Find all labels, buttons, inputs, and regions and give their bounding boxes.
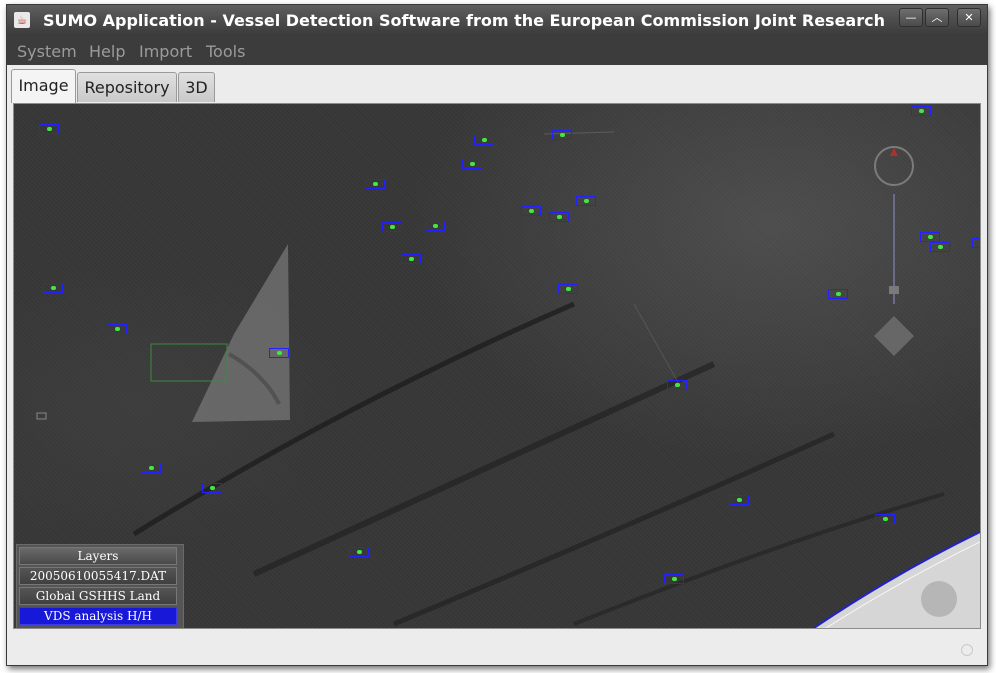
vessel-detection-box[interactable] (425, 221, 445, 231)
status-indicator-icon (961, 644, 973, 656)
vessel-detection-box[interactable] (474, 135, 494, 145)
app-window: ☕ SUMO Application - Vessel Detection So… (6, 4, 988, 666)
vessel-detection-box[interactable] (576, 196, 596, 206)
menu-bar: System Help Import Tools (7, 35, 987, 65)
north-arrow-icon (890, 148, 898, 156)
tab-bar: Image Repository 3D (11, 69, 311, 103)
image-viewer[interactable]: Layers 20050610055417.DAT Global GSHHS L… (13, 103, 981, 629)
menu-system[interactable]: System (17, 42, 77, 61)
zoom-slider-thumb[interactable] (889, 286, 899, 294)
dark-streak (393, 431, 836, 627)
layer-item-land-mask[interactable]: Global GSHHS Land Mask (19, 587, 177, 619)
vessel-detection-box[interactable] (972, 238, 980, 248)
vessel-detection-box[interactable] (202, 483, 222, 493)
tab-image[interactable]: Image (11, 69, 76, 103)
vessel-detection-box[interactable] (269, 348, 289, 358)
vessel-detection-box[interactable] (552, 130, 572, 140)
layers-header: Layers (19, 547, 177, 565)
maximize-icon: ︿ (931, 11, 943, 24)
layers-panel: Layers 20050610055417.DAT Global GSHHS L… (16, 544, 184, 628)
minimize-icon: — (905, 11, 917, 24)
close-button[interactable]: ✕ (957, 8, 981, 27)
vessel-detection-box[interactable] (401, 254, 421, 264)
vessel-detection-box[interactable] (39, 124, 59, 134)
layer-item-image[interactable]: 20050610055417.DAT (19, 567, 177, 585)
vessel-detection-box[interactable] (664, 574, 684, 584)
vessel-detection-box[interactable] (930, 242, 950, 252)
maximize-button[interactable]: ︿ (925, 8, 949, 27)
vessel-detection-box[interactable] (558, 284, 578, 294)
vessel-detection-box[interactable] (729, 495, 749, 505)
tab-repository[interactable]: Repository (77, 72, 177, 102)
status-bar (7, 629, 987, 665)
vessel-detection-box[interactable] (911, 106, 931, 116)
tab-3d[interactable]: 3D (178, 72, 215, 102)
close-icon: ✕ (964, 11, 974, 24)
menu-tools[interactable]: Tools (206, 42, 245, 61)
menu-import[interactable]: Import (139, 42, 192, 61)
minimize-button[interactable]: — (899, 8, 923, 27)
vessel-detection-box[interactable] (549, 212, 569, 222)
vessel-detection-box[interactable] (462, 159, 482, 169)
vessel-detection-box[interactable] (43, 283, 63, 293)
vessel-detection-box[interactable] (667, 380, 687, 390)
menu-help[interactable]: Help (89, 42, 125, 61)
vessel-detection-box[interactable] (365, 179, 385, 189)
vessel-detection-box[interactable] (920, 232, 940, 242)
dark-streak (252, 361, 716, 577)
title-bar[interactable]: ☕ SUMO Application - Vessel Detection So… (7, 5, 987, 35)
scale-marker-icon (36, 412, 47, 420)
vessel-detection-box[interactable] (107, 324, 127, 334)
vessel-detection-box[interactable] (875, 514, 895, 524)
beam-line (633, 303, 680, 385)
layer-item-vds-analysis[interactable]: VDS analysis H/H (19, 607, 177, 625)
pan-control-icon[interactable] (874, 316, 914, 356)
vessel-detection-box[interactable] (382, 222, 402, 232)
vessel-detection-box[interactable] (349, 547, 369, 557)
vessel-detection-box[interactable] (521, 206, 541, 216)
vessel-detection-box[interactable] (141, 463, 161, 473)
window-title: SUMO Application - Vessel Detection Soft… (43, 11, 885, 30)
land-texture (921, 581, 957, 617)
land-area (814, 532, 980, 628)
java-cup-icon: ☕ (14, 12, 30, 28)
vessel-detection-box[interactable] (828, 289, 848, 299)
